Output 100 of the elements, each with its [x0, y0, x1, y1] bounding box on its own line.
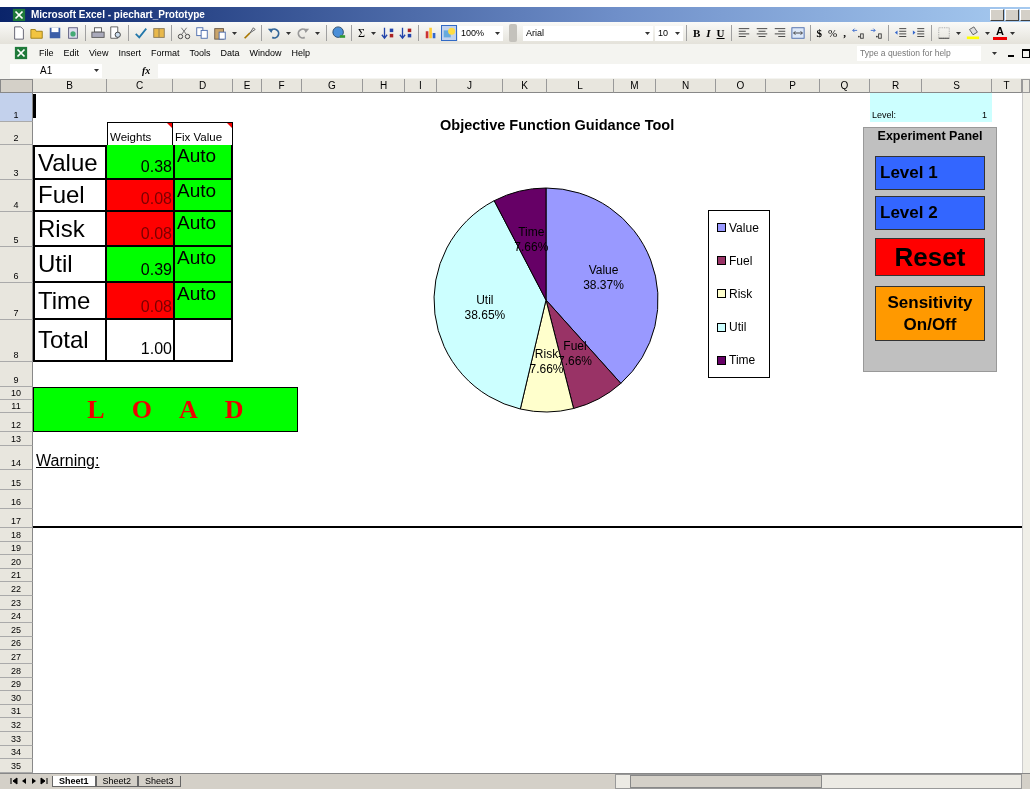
save-icon[interactable] — [48, 26, 62, 40]
print-icon[interactable] — [91, 26, 105, 40]
previous-sheet-icon[interactable] — [20, 777, 28, 786]
row-header[interactable]: 13 — [0, 432, 33, 446]
row-header[interactable]: 9 — [0, 362, 33, 387]
clipboard-icon[interactable] — [213, 26, 227, 40]
row-header[interactable]: 35 — [0, 759, 33, 773]
caret-icon[interactable] — [644, 30, 651, 36]
row-header[interactable]: 15 — [0, 470, 33, 490]
row-header[interactable]: 27 — [0, 650, 33, 664]
caret-icon[interactable] — [231, 30, 238, 36]
sort-ascending-icon[interactable] — [381, 26, 395, 40]
restore-button[interactable] — [1022, 48, 1030, 58]
row-header[interactable]: 11 — [0, 400, 33, 413]
check-mark-icon[interactable] — [134, 26, 148, 40]
row-header[interactable]: 1 — [0, 93, 33, 122]
toolbar-grip[interactable] — [509, 24, 517, 42]
row-header[interactable]: 3 — [0, 145, 33, 180]
row-header[interactable]: 2 — [0, 122, 33, 145]
font-color-button[interactable]: A — [993, 26, 1007, 40]
menu-item[interactable]: Format — [149, 48, 181, 58]
bar-chart-icon[interactable] — [424, 26, 438, 40]
column-header[interactable]: N — [656, 79, 716, 93]
comma-button[interactable]: , — [840, 27, 849, 39]
caret-icon[interactable] — [984, 30, 991, 36]
reset-button[interactable]: Reset — [875, 238, 985, 276]
column-header[interactable]: G — [302, 79, 363, 93]
column-header[interactable]: S — [922, 79, 992, 93]
row-header[interactable]: 14 — [0, 446, 33, 470]
column-header[interactable]: I — [405, 79, 437, 93]
scissors-icon[interactable] — [177, 26, 191, 40]
column-header[interactable]: K — [503, 79, 547, 93]
menu-item[interactable]: Insert — [117, 48, 142, 58]
column-header[interactable]: J — [437, 79, 503, 93]
column-header[interactable]: L — [547, 79, 614, 93]
sheet-tab[interactable]: Sheet1 — [52, 775, 96, 787]
column-header[interactable]: O — [716, 79, 766, 93]
menu-item[interactable]: Help — [290, 48, 311, 58]
sheet-tab[interactable]: Sheet3 — [138, 775, 181, 787]
caret-icon[interactable] — [370, 30, 377, 36]
brush-icon[interactable] — [242, 26, 256, 40]
column-header[interactable]: F — [262, 79, 302, 93]
caret-icon[interactable] — [494, 30, 501, 36]
font-size-dropdown[interactable]: 10 — [655, 25, 683, 41]
formula-field[interactable] — [158, 63, 1030, 78]
row-header[interactable]: 22 — [0, 582, 33, 596]
column-header[interactable]: E — [233, 79, 262, 93]
menu-item[interactable]: View — [88, 48, 110, 58]
level-button[interactable]: Level 2 — [875, 196, 985, 230]
align-center-icon[interactable] — [754, 26, 769, 40]
column-header[interactable]: C — [107, 79, 173, 93]
row-header[interactable]: 18 — [0, 528, 33, 542]
align-right-icon[interactable] — [772, 26, 787, 40]
row-header[interactable]: 5 — [0, 212, 33, 247]
sort-descending-icon[interactable] — [399, 26, 413, 40]
fill-color-icon[interactable] — [966, 26, 980, 40]
decrease-decimal-icon[interactable] — [869, 26, 883, 40]
next-sheet-icon[interactable] — [30, 777, 38, 786]
increase-indent-icon[interactable] — [912, 26, 926, 40]
book-icon[interactable] — [152, 26, 166, 40]
horizontal-scrollbar[interactable] — [615, 773, 1022, 789]
increase-decimal-icon[interactable] — [851, 26, 865, 40]
caret-icon[interactable] — [285, 30, 292, 36]
caret-icon[interactable] — [314, 30, 321, 36]
menu-item[interactable]: Data — [219, 48, 241, 58]
caret-icon[interactable] — [674, 30, 681, 36]
column-header[interactable]: M — [614, 79, 656, 93]
currency-button[interactable]: $ — [813, 27, 826, 39]
print-preview-icon[interactable] — [109, 26, 123, 40]
copy-icon[interactable] — [195, 26, 209, 40]
spreadsheet-icon[interactable] — [14, 46, 28, 60]
toggle-button[interactable]: Sensitivity On/Off — [875, 286, 985, 341]
decrease-indent-icon[interactable] — [894, 26, 908, 40]
percent-button[interactable]: % — [825, 27, 841, 39]
column-header[interactable]: H — [363, 79, 405, 93]
caret-icon[interactable] — [93, 68, 100, 73]
row-header[interactable]: 8 — [0, 320, 33, 362]
borders-icon[interactable] — [937, 26, 951, 40]
autosum-button[interactable]: Σ — [355, 25, 368, 41]
menu-item[interactable]: Window — [248, 48, 283, 58]
name-box[interactable]: A1 — [10, 63, 102, 78]
zoom-dropdown[interactable]: 100% — [458, 25, 503, 41]
row-header[interactable]: 32 — [0, 718, 33, 732]
row-header[interactable]: 4 — [0, 180, 33, 212]
undo-icon[interactable] — [267, 26, 281, 40]
insert-function-button[interactable]: fx — [142, 65, 151, 76]
last-sheet-icon[interactable] — [40, 777, 48, 786]
row-header[interactable]: 20 — [0, 555, 33, 569]
row-header[interactable]: 7 — [0, 283, 33, 320]
caret-icon[interactable] — [991, 50, 998, 56]
help-search-field[interactable]: Type a question for help — [857, 45, 981, 61]
new-document-icon[interactable] — [12, 26, 26, 40]
menu-item[interactable]: File — [38, 48, 55, 58]
align-left-icon[interactable] — [736, 26, 751, 40]
open-folder-icon[interactable] — [30, 26, 44, 40]
row-header[interactable]: 10 — [0, 387, 33, 400]
column-header[interactable]: P — [766, 79, 820, 93]
row-header[interactable]: 12 — [0, 413, 33, 432]
row-header[interactable]: 30 — [0, 691, 33, 705]
underline-button[interactable]: U — [713, 27, 728, 39]
